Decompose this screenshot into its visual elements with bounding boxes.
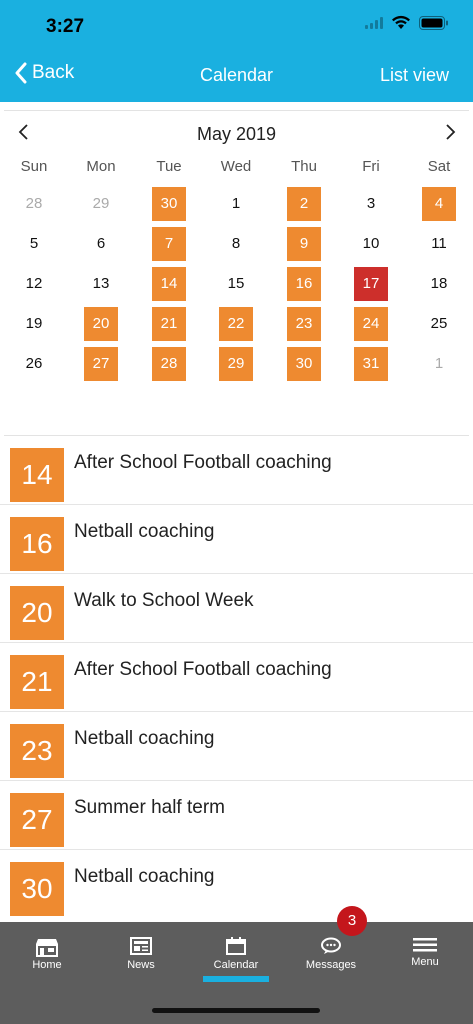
divider [4,110,469,111]
calendar-day[interactable]: 9 [287,227,321,261]
calendar-day[interactable]: 27 [84,347,118,381]
calendar-day[interactable]: 12 [17,267,51,301]
calendar-day[interactable]: 1 [219,187,253,221]
calendar-day[interactable]: 29 [84,187,118,221]
calendar-day[interactable]: 28 [152,347,186,381]
event-item[interactable]: 16 Netball coaching [0,505,473,574]
calendar-day[interactable]: 11 [422,227,456,261]
home-indicator [152,1008,320,1013]
calendar-day[interactable]: 5 [17,227,51,261]
messages-badge: 3 [337,906,367,936]
wifi-icon [392,15,410,29]
nav-bar: Back Calendar List view [0,50,473,102]
calendar-day[interactable]: 21 [152,307,186,341]
calendar-day[interactable]: 31 [354,347,388,381]
weekday-label: Sat [427,158,451,175]
calendar-day[interactable]: 29 [219,347,253,381]
calendar-day[interactable]: 28 [17,187,51,221]
weekday-label: Sun [20,158,48,175]
status-time: 3:27 [46,16,85,37]
calendar-day[interactable]: 30 [152,187,186,221]
tab-label: Messages [305,959,357,971]
calendar-day[interactable]: 24 [354,307,388,341]
weekday-label: Mon [86,158,116,175]
news-icon [130,937,152,955]
weekday-header: Sun Mon Tue Wed Thu Fri Sat [0,158,473,180]
event-title: Walk to School Week [74,590,254,611]
calendar-day[interactable]: 2 [287,187,321,221]
event-title: Summer half term [74,797,225,818]
event-date-badge: 20 [10,586,64,640]
tab-news[interactable]: News [94,922,188,988]
calendar-day[interactable]: 8 [219,227,253,261]
calendar-day[interactable]: 3 [354,187,388,221]
calendar-day[interactable]: 22 [219,307,253,341]
calendar-day[interactable]: 13 [84,267,118,301]
calendar-day[interactable]: 6 [84,227,118,261]
calendar-day[interactable]: 16 [287,267,321,301]
next-month-icon[interactable] [440,120,460,144]
calendar-day[interactable]: 26 [17,347,51,381]
tab-menu[interactable]: Menu [378,922,472,988]
status-icons [365,15,449,30]
event-title: Netball coaching [74,866,215,887]
tab-label: Home [32,959,62,971]
calendar-day[interactable]: 30 [287,347,321,381]
status-bar: 3:27 [0,0,473,50]
weekday-label: Tue [156,158,182,175]
battery-icon [419,15,448,30]
tab-messages[interactable]: Messages [284,922,378,988]
calendar-day[interactable]: 7 [152,227,186,261]
calendar-day[interactable]: 20 [84,307,118,341]
messages-icon [321,937,341,954]
calendar-icon [226,937,246,955]
event-title: Netball coaching [74,728,215,749]
tab-home[interactable]: Home [0,922,94,988]
calendar-day[interactable]: 14 [152,267,186,301]
event-item[interactable]: 23 Netball coaching [0,712,473,781]
weekday-label: Fri [362,158,380,175]
tab-label: Menu [411,956,439,968]
active-tab-indicator [203,976,269,982]
event-item[interactable]: 30 Netball coaching [0,850,473,919]
event-title: Netball coaching [74,521,215,542]
event-date-badge: 27 [10,793,64,847]
event-title: After School Football coaching [74,452,332,473]
calendar-day[interactable]: 15 [219,267,253,301]
event-date-badge: 30 [10,862,64,916]
tab-label: News [127,959,155,971]
calendar-day[interactable]: 4 [422,187,456,221]
event-item[interactable]: 20 Walk to School Week [0,574,473,643]
weekday-label: Wed [220,158,252,175]
calendar-day[interactable]: 17 [354,267,388,301]
calendar-day[interactable]: 1 [422,347,456,381]
calendar-day[interactable]: 19 [17,307,51,341]
event-date-badge: 21 [10,655,64,709]
event-date-badge: 14 [10,448,64,502]
calendar-day[interactable]: 10 [354,227,388,261]
cellular-signal-icon [365,16,383,29]
weekday-label: Thu [291,158,317,175]
month-label: May 2019 [196,124,277,144]
event-date-badge: 23 [10,724,64,778]
list-view-button[interactable]: List view [380,65,449,86]
event-item[interactable]: 21 After School Football coaching [0,643,473,712]
event-title: After School Football coaching [74,659,332,680]
calendar-day[interactable]: 25 [422,307,456,341]
calendar-day[interactable]: 23 [287,307,321,341]
event-item[interactable]: 14 After School Football coaching [0,436,473,505]
menu-icon [413,938,437,952]
event-item[interactable]: 27 Summer half term [0,781,473,850]
calendar-grid: 28 29 30 1 2 3 4 5 6 7 8 9 10 11 12 13 14 15 16 17 18 19 20 21 2… [0,184,473,384]
home-icon [36,939,58,957]
tab-label: Calendar [213,959,259,971]
event-date-badge: 16 [10,517,64,571]
calendar-day[interactable]: 18 [422,267,456,301]
